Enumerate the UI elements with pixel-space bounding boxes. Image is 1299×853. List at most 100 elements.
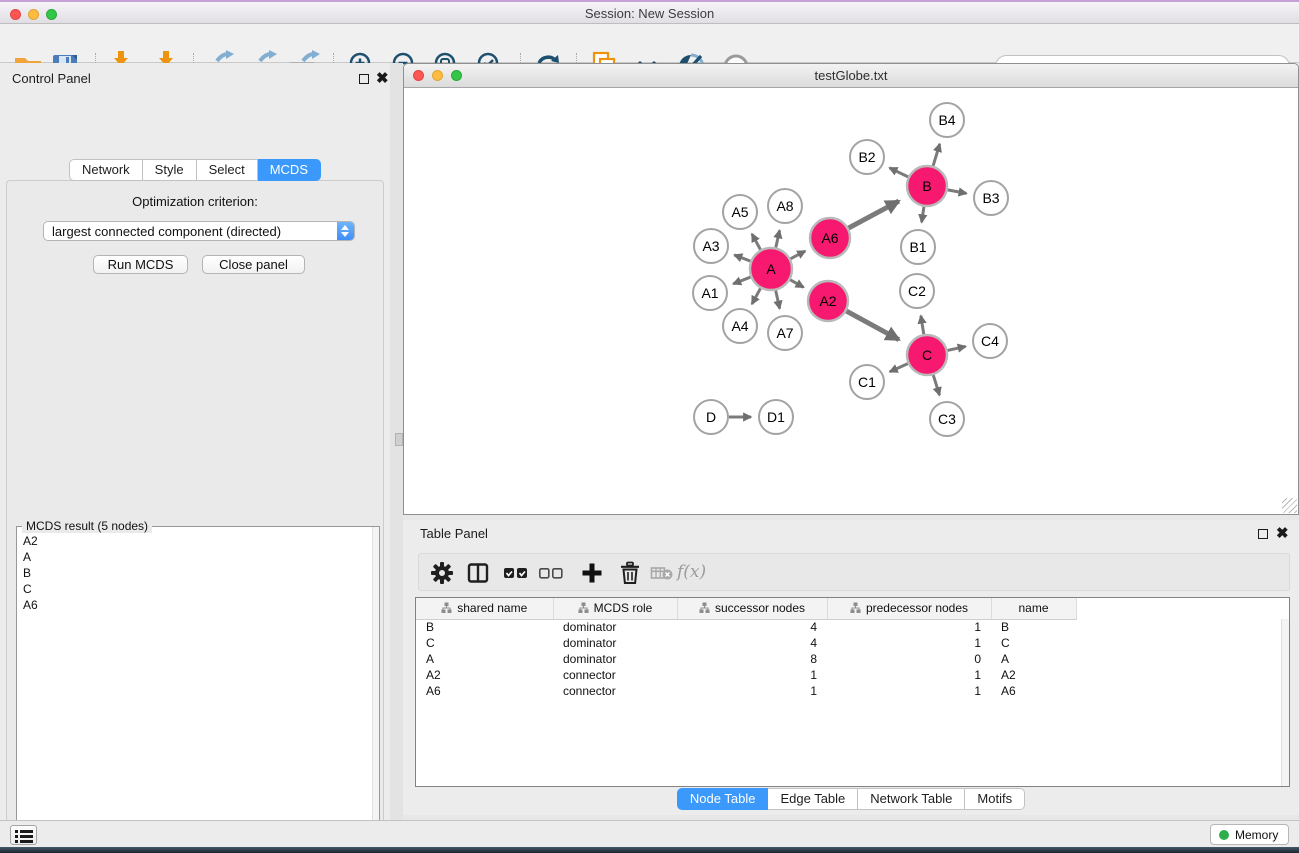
session-title: Session: New Session [0, 6, 1299, 21]
gear-icon[interactable] [430, 561, 454, 585]
table-cell: connector [553, 667, 677, 683]
graph-edge-C-C2[interactable] [921, 316, 924, 335]
status-bar: Memory [0, 820, 1299, 847]
tab-select[interactable]: Select [197, 159, 258, 181]
result-scrollbar[interactable] [372, 527, 379, 853]
network-window-titlebar[interactable]: testGlobe.txt [404, 64, 1298, 88]
table-cell: 8 [677, 651, 827, 667]
tab-node-table[interactable]: Node Table [677, 788, 769, 810]
column-header-shared-name[interactable]: shared name [416, 598, 553, 619]
memory-button[interactable]: Memory [1210, 824, 1289, 845]
graph-edge-C-C1[interactable] [890, 364, 908, 372]
graph-edge-A-A6[interactable] [790, 251, 805, 259]
table-cell: 4 [677, 635, 827, 651]
divider-grip[interactable] [395, 433, 403, 446]
graph-node-label-C1: C1 [858, 374, 876, 390]
table-cell: connector [553, 683, 677, 699]
control-panel-tabs: NetworkStyleSelectMCDS [0, 159, 390, 181]
memory-status-icon [1219, 830, 1229, 840]
graph-edge-B-B2[interactable] [890, 168, 909, 177]
table-cell: B [416, 619, 553, 635]
tab-edge-table[interactable]: Edge Table [768, 788, 858, 810]
graph-node-label-C3: C3 [938, 411, 956, 427]
run-mcds-button[interactable]: Run MCDS [93, 255, 188, 274]
delete-column-icon[interactable] [618, 561, 642, 585]
split-columns-icon[interactable] [466, 561, 490, 585]
table-scrollbar[interactable] [1281, 619, 1289, 786]
column-header-predecessor-nodes[interactable]: predecessor nodes [827, 598, 991, 619]
mcds-result-title: MCDS result (5 nodes) [22, 519, 152, 533]
table-cell: A [416, 651, 553, 667]
main-toolbar [0, 24, 1299, 63]
graph-node-label-A5: A5 [731, 204, 748, 220]
network-graph: B4B2BB3A5A8A6B1A3AC2A1A2A4A7CC4C1C3DD1 [404, 88, 1298, 514]
mcds-result-item[interactable]: A [19, 549, 38, 565]
split-divider[interactable] [390, 63, 403, 820]
graph-edge-A-A3[interactable] [734, 255, 750, 261]
network-title: testGlobe.txt [404, 68, 1298, 83]
delete-table-icon[interactable] [650, 561, 674, 585]
network-canvas[interactable]: B4B2BB3A5A8A6B1A3AC2A1A2A4A7CC4C1C3DD1 [404, 88, 1298, 514]
add-column-icon[interactable] [580, 561, 604, 585]
tab-motifs[interactable]: Motifs [965, 788, 1025, 810]
graph-edge-A-A4[interactable] [752, 288, 761, 304]
graph-edge-A-A8[interactable] [776, 230, 780, 247]
mcds-result-item[interactable]: A6 [19, 597, 38, 613]
graph-edge-A-A1[interactable] [733, 277, 750, 284]
optimization-criterion-select[interactable]: largest connected component (directed) [43, 221, 355, 241]
table-panel-tabs: Node TableEdge TableNetwork TableMotifs [403, 788, 1299, 810]
mcds-result-item[interactable]: B [19, 565, 38, 581]
table-cell-filler [1076, 635, 1290, 651]
graph-edge-A2-C[interactable] [846, 311, 898, 340]
float-table-panel-icon[interactable] [1258, 529, 1268, 539]
graph-edge-B-B3[interactable] [948, 190, 967, 194]
table-row[interactable]: Cdominator41C [416, 635, 1290, 651]
float-panel-icon[interactable] [359, 74, 369, 84]
graph-node-label-B1: B1 [909, 239, 926, 255]
table-row[interactable]: A6connector11A6 [416, 683, 1290, 699]
close-panel-icon[interactable]: ✖ [376, 73, 389, 85]
resize-grip[interactable] [1282, 498, 1297, 513]
table-cell: A6 [991, 683, 1076, 699]
graph-node-label-A1: A1 [701, 285, 718, 301]
tab-mcds[interactable]: MCDS [258, 159, 321, 181]
control-panel: Control Panel ✖ NetworkStyleSelectMCDS O… [0, 63, 390, 820]
task-history-button[interactable] [10, 825, 37, 845]
mcds-result-list: A2ABCA6 [19, 533, 38, 613]
graph-node-label-A3: A3 [702, 238, 719, 254]
mcds-result-item[interactable]: C [19, 581, 38, 597]
function-builder-icon[interactable]: f(x) [677, 562, 706, 582]
graph-edge-B-B4[interactable] [933, 144, 940, 166]
optimization-criterion-label: Optimization criterion: [0, 194, 390, 209]
table-cell: A [991, 651, 1076, 667]
table-cell: 1 [827, 619, 991, 635]
graph-node-label-B: B [922, 178, 931, 194]
graph-edge-A6-B[interactable] [849, 201, 899, 228]
table-body: Bdominator41BCdominator41CAdominator80AA… [416, 619, 1290, 699]
graph-edge-C-C3[interactable] [933, 375, 939, 395]
table-row[interactable]: Bdominator41B [416, 619, 1290, 635]
table-row[interactable]: A2connector11A2 [416, 667, 1290, 683]
table-cell: 4 [677, 619, 827, 635]
graph-node-label-C2: C2 [908, 283, 926, 299]
column-header-name[interactable]: name [991, 598, 1076, 619]
table-cell: A2 [416, 667, 553, 683]
graph-edge-C-C4[interactable] [947, 346, 965, 350]
tab-style[interactable]: Style [143, 159, 197, 181]
graph-edge-A-A2[interactable] [790, 280, 803, 288]
tab-network-table[interactable]: Network Table [858, 788, 965, 810]
column-header-MCDS-role[interactable]: MCDS role [553, 598, 677, 619]
graph-node-label-B4: B4 [938, 112, 955, 128]
graph-edge-B-B1[interactable] [922, 207, 924, 222]
close-table-panel-icon[interactable]: ✖ [1276, 528, 1289, 540]
graph-edge-A-A5[interactable] [752, 234, 761, 250]
close-panel-button[interactable]: Close panel [202, 255, 305, 274]
table-row[interactable]: Adominator80A [416, 651, 1290, 667]
graph-edge-A-A7[interactable] [776, 290, 780, 308]
column-header-successor-nodes[interactable]: successor nodes [677, 598, 827, 619]
tab-network[interactable]: Network [69, 159, 143, 181]
graph-node-label-B3: B3 [982, 190, 999, 206]
deselect-all-icon[interactable] [538, 561, 566, 585]
mcds-result-item[interactable]: A2 [19, 533, 38, 549]
select-all-icon[interactable] [503, 561, 531, 585]
